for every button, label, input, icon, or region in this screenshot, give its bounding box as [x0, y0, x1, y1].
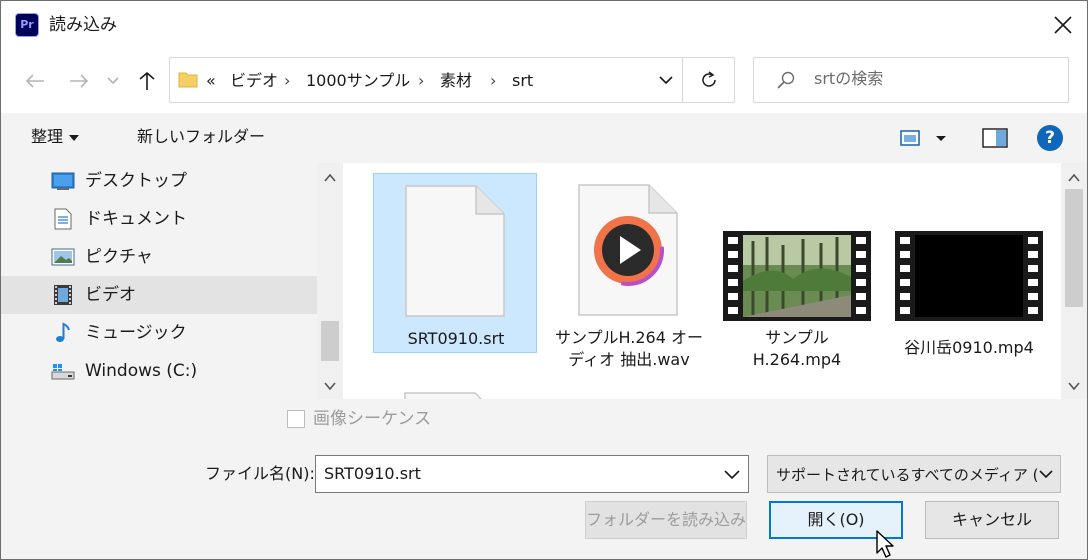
preview-pane-button[interactable] [981, 125, 1009, 151]
nav-item-label: デスクトップ [85, 171, 187, 191]
file-type-value: サポートされているすべてのメディア (* [776, 466, 1038, 484]
chevron-down-icon [659, 75, 673, 84]
forward-button[interactable] [67, 67, 91, 95]
arrow-up-icon [139, 71, 155, 90]
file-name-line: ディオ 抽出.wav [568, 350, 690, 369]
dialog-footer: 画像シーケンス ファイル名(N): サポートされているすべてのメディア (* フ… [1, 399, 1087, 559]
address-row: « ビデオ › 1000サンプル › 素材 › srt [1, 49, 1087, 113]
music-icon [56, 322, 70, 342]
navigation-pane: デスクトップ ドキュメント ピクチャ ビデオ ミュージック Windows (C… [1, 163, 343, 399]
nav-scroll-thumb[interactable] [321, 321, 339, 361]
back-button[interactable] [23, 67, 47, 95]
file-name-line: サンプルH.264 オー [555, 328, 703, 347]
search-icon [777, 71, 795, 89]
caret-down-icon [69, 134, 80, 141]
file-item-srt[interactable]: SRT0910.srt [373, 173, 537, 353]
breadcrumb-srt[interactable]: srt [512, 70, 533, 92]
audio-file-icon [578, 184, 678, 316]
change-view-button[interactable] [899, 127, 953, 149]
videos-icon [54, 285, 72, 305]
nav-item-desktop[interactable]: デスクトップ [1, 163, 317, 200]
recent-locations-button[interactable] [105, 67, 121, 95]
preview-pane-icon [982, 128, 1008, 148]
help-button[interactable]: ? [1037, 125, 1063, 151]
file-name-line: サンプル [765, 328, 829, 347]
chevron-down-icon[interactable] [1067, 379, 1081, 393]
mouse-cursor-icon [876, 530, 894, 558]
file-name-label: ファイル名(N): [205, 464, 315, 483]
desktop-icon [51, 172, 75, 190]
up-button[interactable] [135, 67, 159, 95]
file-item-tanigawa-mp4[interactable]: 谷川岳0910.mp4 [887, 173, 1051, 357]
window-title: 読み込み [49, 15, 117, 35]
drive-icon [51, 364, 75, 380]
file-item-sample-mp4[interactable]: サンプル H.264.mp4 [715, 173, 879, 369]
chevron-down-icon [107, 77, 119, 85]
address-history-dropdown[interactable] [650, 66, 682, 94]
close-button[interactable] [1047, 9, 1079, 41]
nav-item-videos[interactable]: ビデオ [1, 276, 317, 314]
document-file-icon [405, 185, 505, 317]
cancel-button[interactable]: キャンセル [925, 501, 1059, 539]
chevron-up-icon[interactable] [1067, 171, 1081, 185]
nav-item-label: Windows (C:) [85, 361, 198, 381]
search-box[interactable] [753, 57, 1069, 103]
image-sequence-checkbox[interactable] [287, 410, 305, 428]
breadcrumb-1000-sample[interactable]: 1000サンプル [306, 70, 410, 92]
nav-item-label: ミュージック [85, 323, 187, 343]
file-name-line: 谷川岳0910.mp4 [904, 338, 1034, 357]
address-divider [682, 58, 683, 102]
image-sequence-label: 画像シーケンス [313, 409, 432, 429]
document-file-icon [404, 392, 483, 399]
file-name-combobox[interactable] [315, 455, 749, 493]
file-list-scroll-thumb[interactable] [1065, 189, 1083, 307]
refresh-icon [702, 71, 716, 87]
new-folder-button[interactable]: 新しいフォルダー [137, 125, 265, 149]
nav-item-windows-c[interactable]: Windows (C:) [1, 352, 317, 390]
folder-icon [178, 72, 198, 88]
file-name-input[interactable] [324, 464, 714, 483]
import-dialog: Pr 読み込み « ビデオ › 1000サンプル › 素材 › srt srtの… [0, 0, 1088, 560]
import-folder-button[interactable]: フォルダーを読み込み [585, 501, 747, 539]
organize-button[interactable]: 整理 [31, 125, 80, 149]
video-file-thumbnail [895, 231, 1043, 321]
breadcrumb-videos[interactable]: ビデオ [230, 70, 278, 92]
nav-item-label: ピクチャ [85, 247, 153, 267]
nav-item-documents[interactable]: ドキュメント [1, 200, 317, 238]
view-mode-icon [900, 130, 946, 146]
premiere-app-icon: Pr [15, 13, 39, 37]
address-bar[interactable]: « ビデオ › 1000サンプル › 素材 › srt [169, 57, 735, 103]
breadcrumb-overflow[interactable]: « [206, 70, 216, 92]
command-bar: 整理 新しいフォルダー ? [1, 113, 1087, 163]
file-type-select[interactable]: サポートされているすべてのメディア (* [767, 455, 1061, 493]
file-item-wav[interactable]: サンプルH.264 オー ディオ 抽出.wav [547, 173, 711, 369]
nav-item-label: ビデオ [85, 285, 136, 305]
breadcrumb-separator[interactable]: › [490, 70, 496, 92]
arrow-left-icon [25, 74, 44, 88]
nav-item-pictures[interactable]: ピクチャ [1, 238, 317, 276]
breadcrumb-materials[interactable]: 素材 [440, 70, 472, 92]
refresh-button[interactable] [693, 66, 725, 94]
organize-label: 整理 [31, 127, 64, 146]
close-icon [1054, 16, 1072, 34]
chevron-down-icon [1039, 470, 1053, 479]
pictures-icon [51, 248, 75, 266]
file-name-line: H.264.mp4 [752, 350, 842, 369]
chevron-down-icon[interactable] [323, 379, 337, 393]
arrow-right-icon [70, 74, 89, 88]
nav-item-label: ドキュメント [85, 209, 187, 229]
nav-item-music[interactable]: ミュージック [1, 314, 317, 352]
file-list: SRT0910.srt サンプルH.264 オー ディオ 抽出.wav サンプル… [347, 163, 1087, 399]
video-file-thumbnail [723, 231, 871, 321]
chevron-up-icon[interactable] [323, 171, 337, 185]
breadcrumb-separator[interactable]: › [284, 70, 290, 92]
title-bar: Pr 読み込み [1, 1, 1087, 49]
breadcrumb-separator[interactable]: › [418, 70, 424, 92]
nav-scrollbar[interactable] [317, 163, 343, 399]
file-list-scrollbar[interactable] [1061, 163, 1087, 399]
chevron-down-icon[interactable] [722, 466, 742, 482]
file-name: SRT0910.srt [407, 329, 505, 348]
search-input[interactable] [814, 69, 1054, 88]
documents-icon [54, 208, 72, 230]
